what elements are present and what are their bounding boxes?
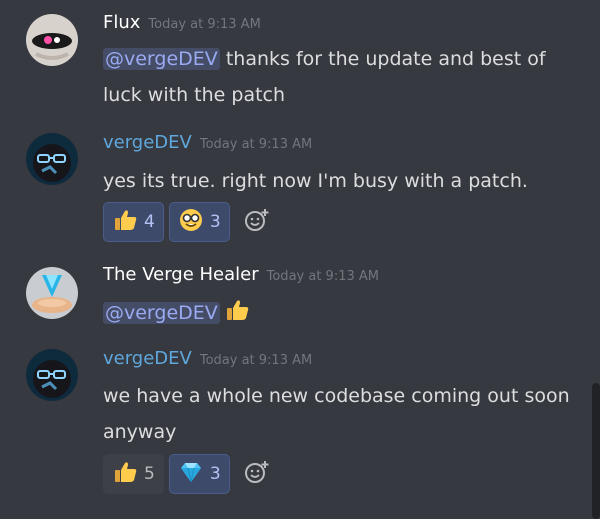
gem-icon — [178, 459, 204, 489]
thumbs-up-icon — [112, 207, 138, 237]
avatar[interactable] — [26, 349, 78, 401]
mention[interactable]: @vergeDEV — [103, 48, 220, 70]
author-name[interactable]: Flux — [103, 12, 140, 33]
add-reaction-icon[interactable] — [244, 207, 270, 237]
mention[interactable]: @vergeDEV — [103, 302, 220, 324]
message-text: @vergeDEV — [103, 295, 573, 335]
message-header: vergeDEV Today at 9:13 AM — [103, 348, 312, 369]
avatar[interactable] — [26, 267, 78, 319]
thumbs-up-icon — [224, 297, 250, 335]
reaction-gem[interactable]: 3 — [168, 454, 230, 494]
reaction-thumbs-up[interactable]: 5 — [103, 454, 164, 494]
thumbs-up-icon — [112, 459, 138, 489]
scrollbar[interactable] — [592, 383, 600, 519]
author-name[interactable]: vergeDEV — [103, 132, 192, 153]
avatar[interactable] — [26, 133, 78, 185]
author-name[interactable]: vergeDEV — [103, 348, 192, 369]
message-flux: Flux Today at 9:13 AM @vergeDEV thanks fo… — [0, 0, 600, 120]
nerd-face-icon — [178, 207, 204, 237]
timestamp: Today at 9:13 AM — [199, 137, 313, 152]
reaction-count: 5 — [144, 464, 155, 484]
message-verge-healer: The Verge Healer Today at 9:13 AM @vergeD… — [0, 255, 600, 340]
message-header: vergeDEV Today at 9:13 AM — [103, 132, 312, 153]
message-header: Flux Today at 9:13 AM — [103, 12, 261, 33]
reaction-bar: 4 3 — [103, 201, 270, 243]
reaction-count: 3 — [209, 212, 221, 232]
message-text: yes its true. right now I'm busy with a … — [103, 170, 528, 192]
timestamp: Today at 9:13 AM — [148, 17, 261, 32]
reaction-bar: 5 3 — [103, 453, 270, 495]
message-vergedev: vergeDEV Today at 9:13 AM yes its true. r… — [0, 120, 600, 255]
add-reaction-icon[interactable] — [244, 459, 270, 489]
reaction-count: 3 — [209, 464, 221, 484]
message-header: The Verge Healer Today at 9:13 AM — [103, 264, 379, 285]
reaction-nerd-face[interactable]: 3 — [168, 202, 230, 242]
reaction-thumbs-up[interactable]: 4 — [103, 202, 164, 242]
avatar[interactable] — [26, 14, 78, 66]
message-vergedev-2: vergeDEV Today at 9:13 AM we have a whole… — [0, 340, 600, 515]
message-text: @vergeDEV thanks for the update and best… — [103, 41, 573, 113]
message-text: we have a whole new codebase coming out … — [103, 385, 570, 443]
author-name[interactable]: The Verge Healer — [103, 264, 259, 285]
timestamp: Today at 9:13 AM — [199, 353, 313, 368]
reaction-count: 4 — [144, 212, 155, 232]
timestamp: Today at 9:13 AM — [266, 269, 379, 284]
